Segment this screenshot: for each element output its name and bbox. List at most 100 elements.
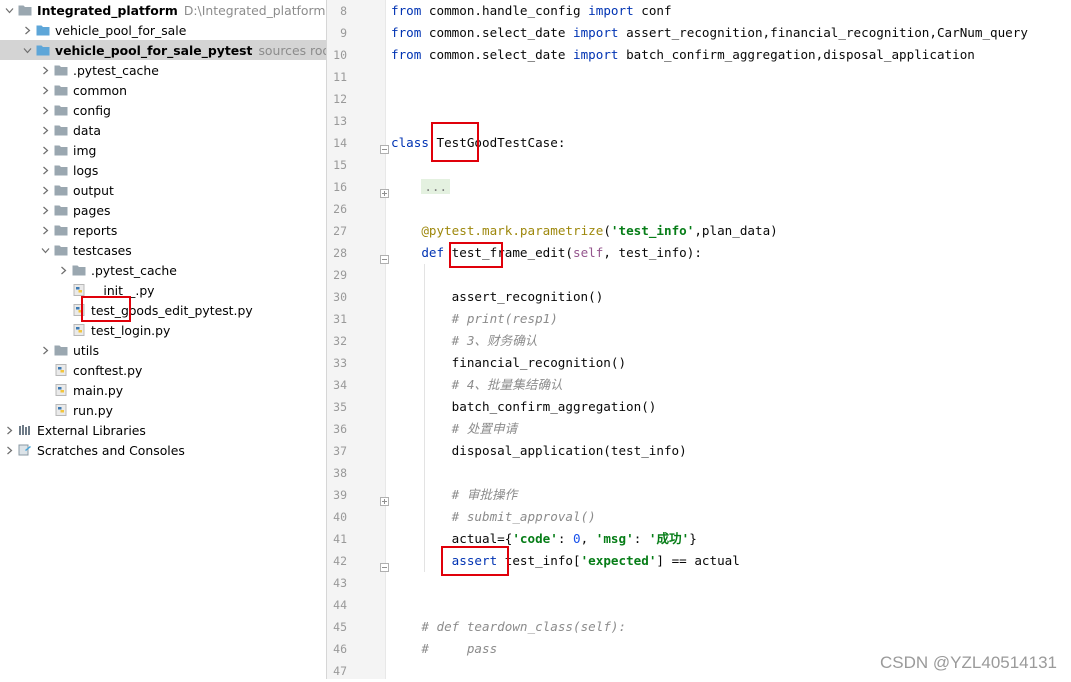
tree-item-logs[interactable]: logs — [0, 160, 326, 180]
tree-item-testcases[interactable]: testcases — [0, 240, 326, 260]
tree-item-scratches-and-consoles[interactable]: Scratches and Consoles — [0, 440, 326, 460]
watermark: CSDN @YZL40514131 — [880, 653, 1057, 672]
fold-expand-icon[interactable] — [380, 491, 389, 506]
chevron-right-icon[interactable] — [58, 260, 68, 280]
code-line[interactable]: @pytest.mark.parametrize('test_info',pla… — [391, 220, 777, 242]
tree-item-label: Integrated_platform — [37, 2, 178, 18]
tree-item-label: pages — [73, 202, 111, 218]
tree-item-main-py[interactable]: main.py — [0, 380, 326, 400]
tree-item-run-py[interactable]: run.py — [0, 400, 326, 420]
code-token: test_info[ — [497, 553, 581, 568]
chevron-right-icon[interactable] — [40, 340, 50, 360]
line-number: 30 — [333, 290, 347, 304]
chevron-right-icon[interactable] — [40, 140, 50, 160]
chevron-right-icon[interactable] — [4, 420, 14, 440]
tree-item-test-goods-edit-pytest-py[interactable]: test_goods_edit_pytest.py — [0, 300, 326, 320]
code-line[interactable]: from common.select_date import batch_con… — [391, 44, 975, 66]
code-line[interactable]: ... — [391, 176, 451, 198]
project-tool-window: Integrated_platform D:\Integrated_platfor… — [0, 0, 326, 679]
chevron-down-icon[interactable] — [40, 240, 50, 260]
code-token: common.handle_config — [421, 3, 589, 18]
code-line[interactable]: from common.handle_config import conf — [391, 0, 672, 22]
chevron-right-icon[interactable] — [4, 440, 14, 460]
fold-collapse-icon[interactable] — [380, 139, 389, 154]
tree-item-reports[interactable]: reports — [0, 220, 326, 240]
code-token: # 4、批量集结确认 — [451, 377, 563, 392]
code-line[interactable]: # 审批操作 — [391, 484, 518, 506]
code-line[interactable]: # 3、财务确认 — [391, 330, 538, 352]
code-token: self — [573, 245, 604, 260]
folder-icon — [54, 184, 68, 196]
chevron-right-icon[interactable] — [40, 80, 50, 100]
code-token: # def teardown_class(self): — [421, 619, 627, 634]
fold-collapse-icon[interactable] — [380, 557, 389, 572]
gutter-border — [385, 0, 386, 679]
code-line[interactable]: financial_recognition() — [391, 352, 626, 374]
code-token: 'msg' — [595, 531, 634, 546]
code-token: ] == actual — [656, 553, 740, 568]
code-line[interactable]: # def teardown_class(self): — [391, 616, 626, 638]
tree-item-label: .pytest_cache — [73, 62, 159, 78]
tree-item-config[interactable]: config — [0, 100, 326, 120]
libraries-icon — [18, 424, 32, 436]
tree-item-external-libraries[interactable]: External Libraries — [0, 420, 326, 440]
tree-item-test-login-py[interactable]: test_login.py — [0, 320, 326, 340]
line-number: 34 — [333, 378, 347, 392]
code-line[interactable]: # 处置申请 — [391, 418, 518, 440]
highlight-box-file-test-prefix — [81, 296, 131, 322]
code-line[interactable]: # 4、批量集结确认 — [391, 374, 563, 396]
chevron-down-icon[interactable] — [4, 0, 14, 20]
fold-expand-icon[interactable] — [380, 183, 389, 198]
tree-item-pytest-cache[interactable]: .pytest_cache — [0, 260, 326, 280]
chevron-right-icon[interactable] — [40, 100, 50, 120]
code-line[interactable]: # print(resp1) — [391, 308, 558, 330]
line-number: 31 — [333, 312, 347, 326]
code-line[interactable]: assert_recognition() — [391, 286, 604, 308]
tree-item-common[interactable]: common — [0, 80, 326, 100]
tree-item-vehicle-pool-for-sale[interactable]: vehicle_pool_for_sale — [0, 20, 326, 40]
chevron-right-icon[interactable] — [40, 180, 50, 200]
code-token: assert_recognition() — [391, 289, 604, 304]
chevron-down-icon[interactable] — [22, 40, 32, 60]
tree-item-integrated-platform[interactable]: Integrated_platform D:\Integrated_platfor… — [0, 0, 326, 20]
tree-item-vehicle-pool-for-sale-pytest[interactable]: vehicle_pool_for_sale_pytest sources root — [0, 40, 326, 60]
tree-item-label: data — [73, 122, 101, 138]
chevron-right-icon[interactable] — [40, 60, 50, 80]
tree-item-output[interactable]: output — [0, 180, 326, 200]
folder-icon — [54, 164, 68, 176]
code-line[interactable]: # pass — [391, 638, 497, 660]
folder-icon — [18, 4, 32, 16]
code-line[interactable]: batch_confirm_aggregation() — [391, 396, 657, 418]
code-line[interactable]: disposal_application(test_info) — [391, 440, 687, 462]
code-token: # submit_approval() — [451, 509, 596, 524]
tree-item-label: output — [73, 182, 114, 198]
code-token: financial_recognition() — [391, 355, 627, 370]
tree-item-utils[interactable]: utils — [0, 340, 326, 360]
folder-icon — [54, 204, 68, 216]
folder-icon — [54, 124, 68, 136]
code-token: # pass — [421, 641, 498, 656]
chevron-right-icon[interactable] — [22, 20, 32, 40]
code-token: common.select_date — [421, 47, 573, 62]
chevron-right-icon[interactable] — [40, 120, 50, 140]
chevron-right-icon[interactable] — [40, 200, 50, 220]
code-line[interactable]: from common.select_date import assert_re… — [391, 22, 1028, 44]
tree-item-data[interactable]: data — [0, 120, 326, 140]
code-line[interactable]: actual={'code': 0, 'msg': '成功'} — [391, 528, 697, 550]
highlight-box-def-test-prefix — [449, 242, 503, 268]
tree-item-init-py[interactable]: __init__.py — [0, 280, 326, 300]
code-line[interactable]: def test_frame_edit(self, test_info): — [391, 242, 702, 264]
chevron-right-icon[interactable] — [40, 220, 50, 240]
code-token: : — [557, 531, 573, 546]
code-line[interactable]: # submit_approval() — [391, 506, 596, 528]
tree-item-pages[interactable]: pages — [0, 200, 326, 220]
tree-item-label: vehicle_pool_for_sale — [55, 22, 187, 38]
code-token: class — [391, 135, 429, 150]
tree-item-pytest-cache[interactable]: .pytest_cache — [0, 60, 326, 80]
fold-collapse-icon[interactable] — [380, 249, 389, 264]
chevron-right-icon[interactable] — [40, 160, 50, 180]
tree-item-img[interactable]: img — [0, 140, 326, 160]
tree-item-label: run.py — [73, 402, 113, 418]
tree-item-conftest-py[interactable]: conftest.py — [0, 360, 326, 380]
